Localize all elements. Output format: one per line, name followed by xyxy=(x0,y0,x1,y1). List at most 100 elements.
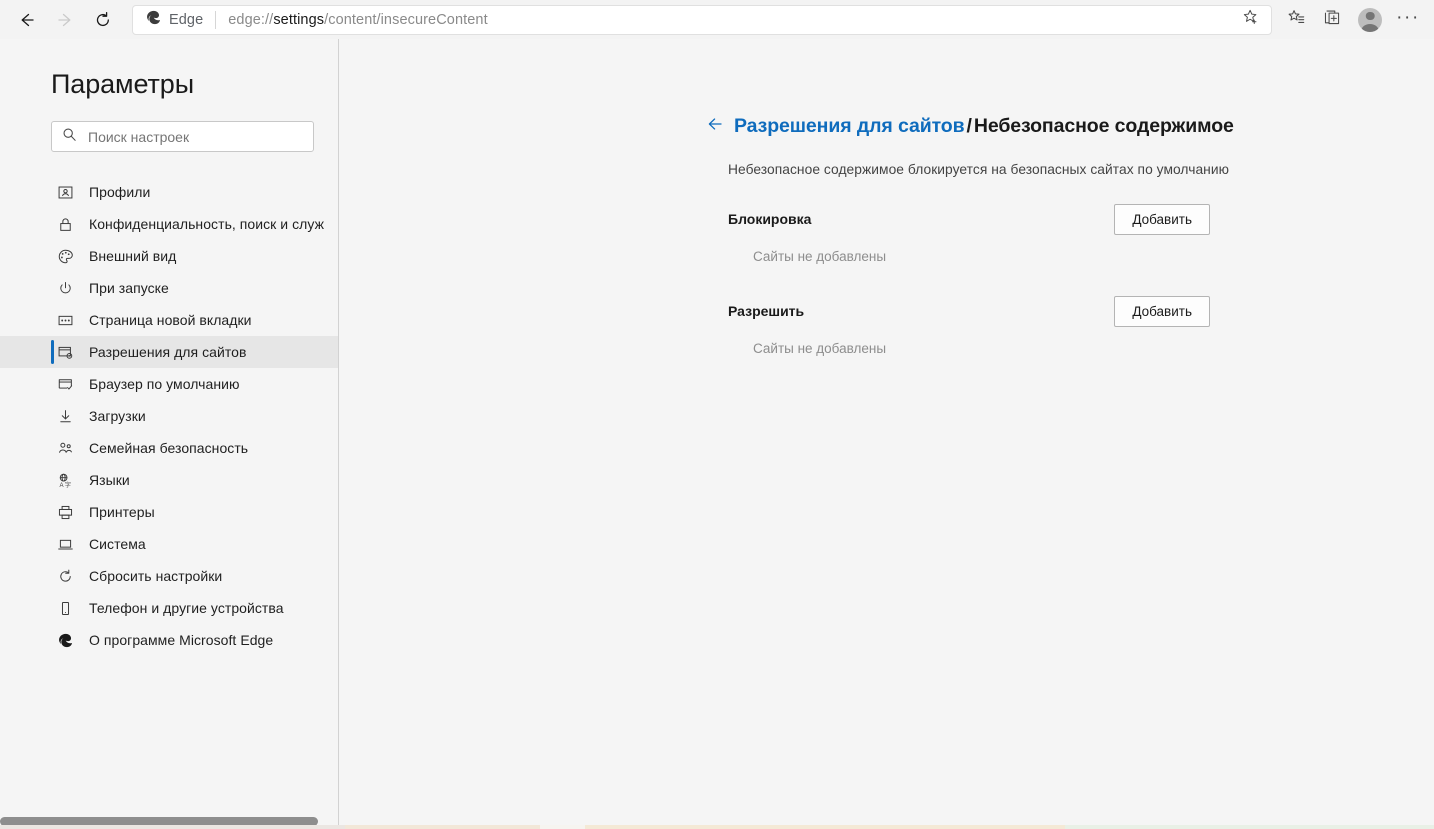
url-host: settings xyxy=(273,11,325,28)
sidebar-item-printers[interactable]: Принтеры xyxy=(0,496,338,528)
phone-icon xyxy=(55,598,75,618)
breadcrumb-text: Разрешения для сайтов / Небезопасное содер… xyxy=(734,115,1234,138)
sidebar-item-label: О программе Microsoft Edge xyxy=(89,632,274,648)
sidebar-item-profiles[interactable]: Профили xyxy=(0,176,338,208)
add-block-site-button[interactable]: Добавить xyxy=(1114,204,1210,235)
add-favorite-button[interactable] xyxy=(1235,7,1267,33)
settings-nav-list: Профили Конфиденциальность, поиск и служ xyxy=(0,176,338,656)
power-icon xyxy=(55,278,75,298)
allow-section-title: Разрешить xyxy=(728,303,805,319)
svg-text:字: 字 xyxy=(64,481,70,489)
sidebar-item-phone-devices[interactable]: Телефон и другие устройства xyxy=(0,592,338,624)
back-arrow-icon xyxy=(17,10,37,30)
block-empty-text: Сайты не добавлены xyxy=(753,249,887,264)
sidebar-item-new-tab-page[interactable]: Страница новой вкладки xyxy=(0,304,338,336)
url-path: /content/insecureContent xyxy=(324,11,488,28)
breadcrumb: Разрешения для сайтов / Небезопасное содер… xyxy=(339,39,1434,138)
sidebar-item-startup[interactable]: При запуске xyxy=(0,272,338,304)
add-tab-group-icon xyxy=(1323,8,1342,32)
site-permissions-icon xyxy=(55,342,75,362)
download-icon xyxy=(55,406,75,426)
star-add-icon xyxy=(1242,8,1260,31)
settings-content: Разрешения для сайтов / Небезопасное содер… xyxy=(339,39,1434,829)
sidebar-item-label: Конфиденциальность, поиск и служ xyxy=(89,216,324,232)
edge-brand-badge: Edge xyxy=(145,9,203,31)
back-button[interactable] xyxy=(8,4,46,36)
edge-brand-label: Edge xyxy=(169,11,204,28)
tab-collection-button[interactable] xyxy=(1314,4,1350,36)
forward-button[interactable] xyxy=(46,4,84,36)
sidebar-item-label: Профили xyxy=(89,184,151,200)
languages-icon: A 字 xyxy=(55,470,75,490)
sidebar-item-family-safety[interactable]: Семейная безопасность xyxy=(0,432,338,464)
back-to-site-permissions-button[interactable] xyxy=(704,116,726,138)
profile-avatar xyxy=(1358,7,1382,32)
sidebar-item-reset-settings[interactable]: Сбросить настройки xyxy=(0,560,338,592)
palette-icon xyxy=(55,246,75,266)
breadcrumb-current: Небезопасное содержимое xyxy=(973,115,1234,137)
sidebar-item-label: Браузер по умолчанию xyxy=(89,376,240,392)
sidebar-item-about-edge[interactable]: О программе Microsoft Edge xyxy=(0,624,338,656)
block-section-title: Блокировка xyxy=(728,211,812,227)
sidebar-item-site-permissions[interactable]: Разрешения для сайтов xyxy=(0,336,338,368)
sidebar-item-appearance[interactable]: Внешний вид xyxy=(0,240,338,272)
sidebar-item-label: Разрешения для сайтов xyxy=(89,344,247,360)
printer-icon xyxy=(55,502,75,522)
svg-text:A: A xyxy=(59,483,64,489)
refresh-button[interactable] xyxy=(84,4,122,36)
sidebar-item-system[interactable]: Система xyxy=(0,528,338,560)
sidebar-item-label: Страница новой вкладки xyxy=(89,312,252,328)
new-tab-page-icon xyxy=(55,310,75,330)
system-laptop-icon xyxy=(55,534,75,554)
sidebar-item-downloads[interactable]: Загрузки xyxy=(0,400,338,432)
url-prefix: edge:// xyxy=(228,11,274,28)
sidebar-item-label: Принтеры xyxy=(89,504,155,520)
sidebar-item-label: Сбросить настройки xyxy=(89,568,223,584)
search-settings-box[interactable] xyxy=(51,121,314,152)
settings-page: Параметры Профили xyxy=(0,39,1434,829)
profile-button[interactable] xyxy=(1350,4,1390,36)
allow-empty-text: Сайты не добавлены xyxy=(753,341,887,356)
sidebar-item-label: Семейная безопасность xyxy=(89,440,249,456)
collections-button[interactable] xyxy=(1278,4,1314,36)
breadcrumb-separator: / xyxy=(966,115,972,137)
url-text[interactable]: edge://settings/content/insecureContent xyxy=(228,12,1235,28)
browser-toolbar: Edge edge://settings/content/insecureCon… xyxy=(0,0,1434,39)
settings-menu-button[interactable]: ··· xyxy=(1390,4,1426,36)
sidebar-item-label: При запуске xyxy=(89,280,169,296)
search-input[interactable] xyxy=(88,128,303,145)
edge-logo-icon xyxy=(145,9,162,31)
address-divider xyxy=(215,10,217,29)
block-section: Блокировка Добавить Сайты не добавлены xyxy=(339,204,1434,264)
page-title: Параметры xyxy=(51,69,195,99)
settings-sidebar: Параметры Профили xyxy=(0,39,339,829)
family-safety-icon xyxy=(55,438,75,458)
search-icon xyxy=(62,127,77,147)
reset-icon xyxy=(55,566,75,586)
allow-section: Разрешить Добавить Сайты не добавлены xyxy=(339,296,1434,356)
back-arrow-icon xyxy=(705,114,725,139)
profile-card-icon xyxy=(55,182,75,202)
sidebar-item-label: Внешний вид xyxy=(89,248,177,264)
sidebar-item-label: Телефон и другие устройства xyxy=(89,600,284,616)
forward-arrow-icon xyxy=(55,10,75,30)
sidebar-item-label: Система xyxy=(89,536,146,552)
edge-logo-icon xyxy=(55,630,75,650)
lock-icon xyxy=(55,214,75,234)
add-allow-site-button[interactable]: Добавить xyxy=(1114,296,1210,327)
sidebar-item-privacy[interactable]: Конфиденциальность, поиск и служ xyxy=(0,208,338,240)
favorites-list-icon xyxy=(1287,8,1306,32)
bottom-color-strip xyxy=(0,825,1434,829)
default-browser-icon xyxy=(55,374,75,394)
allow-section-header: Разрешить Добавить xyxy=(728,296,1210,327)
more-options-icon: ··· xyxy=(1396,6,1420,28)
sidebar-item-languages[interactable]: A 字 Языки xyxy=(0,464,338,496)
page-description: Небезопасное содержимое блокируется на б… xyxy=(728,162,1230,177)
address-bar[interactable]: Edge edge://settings/content/insecureCon… xyxy=(132,4,1272,35)
breadcrumb-parent-link[interactable]: Разрешения для сайтов xyxy=(734,115,965,137)
sidebar-item-label: Загрузки xyxy=(89,408,146,424)
block-section-header: Блокировка Добавить xyxy=(728,204,1210,235)
refresh-icon xyxy=(93,10,113,30)
sidebar-item-label: Языки xyxy=(89,472,130,488)
sidebar-item-default-browser[interactable]: Браузер по умолчанию xyxy=(0,368,338,400)
